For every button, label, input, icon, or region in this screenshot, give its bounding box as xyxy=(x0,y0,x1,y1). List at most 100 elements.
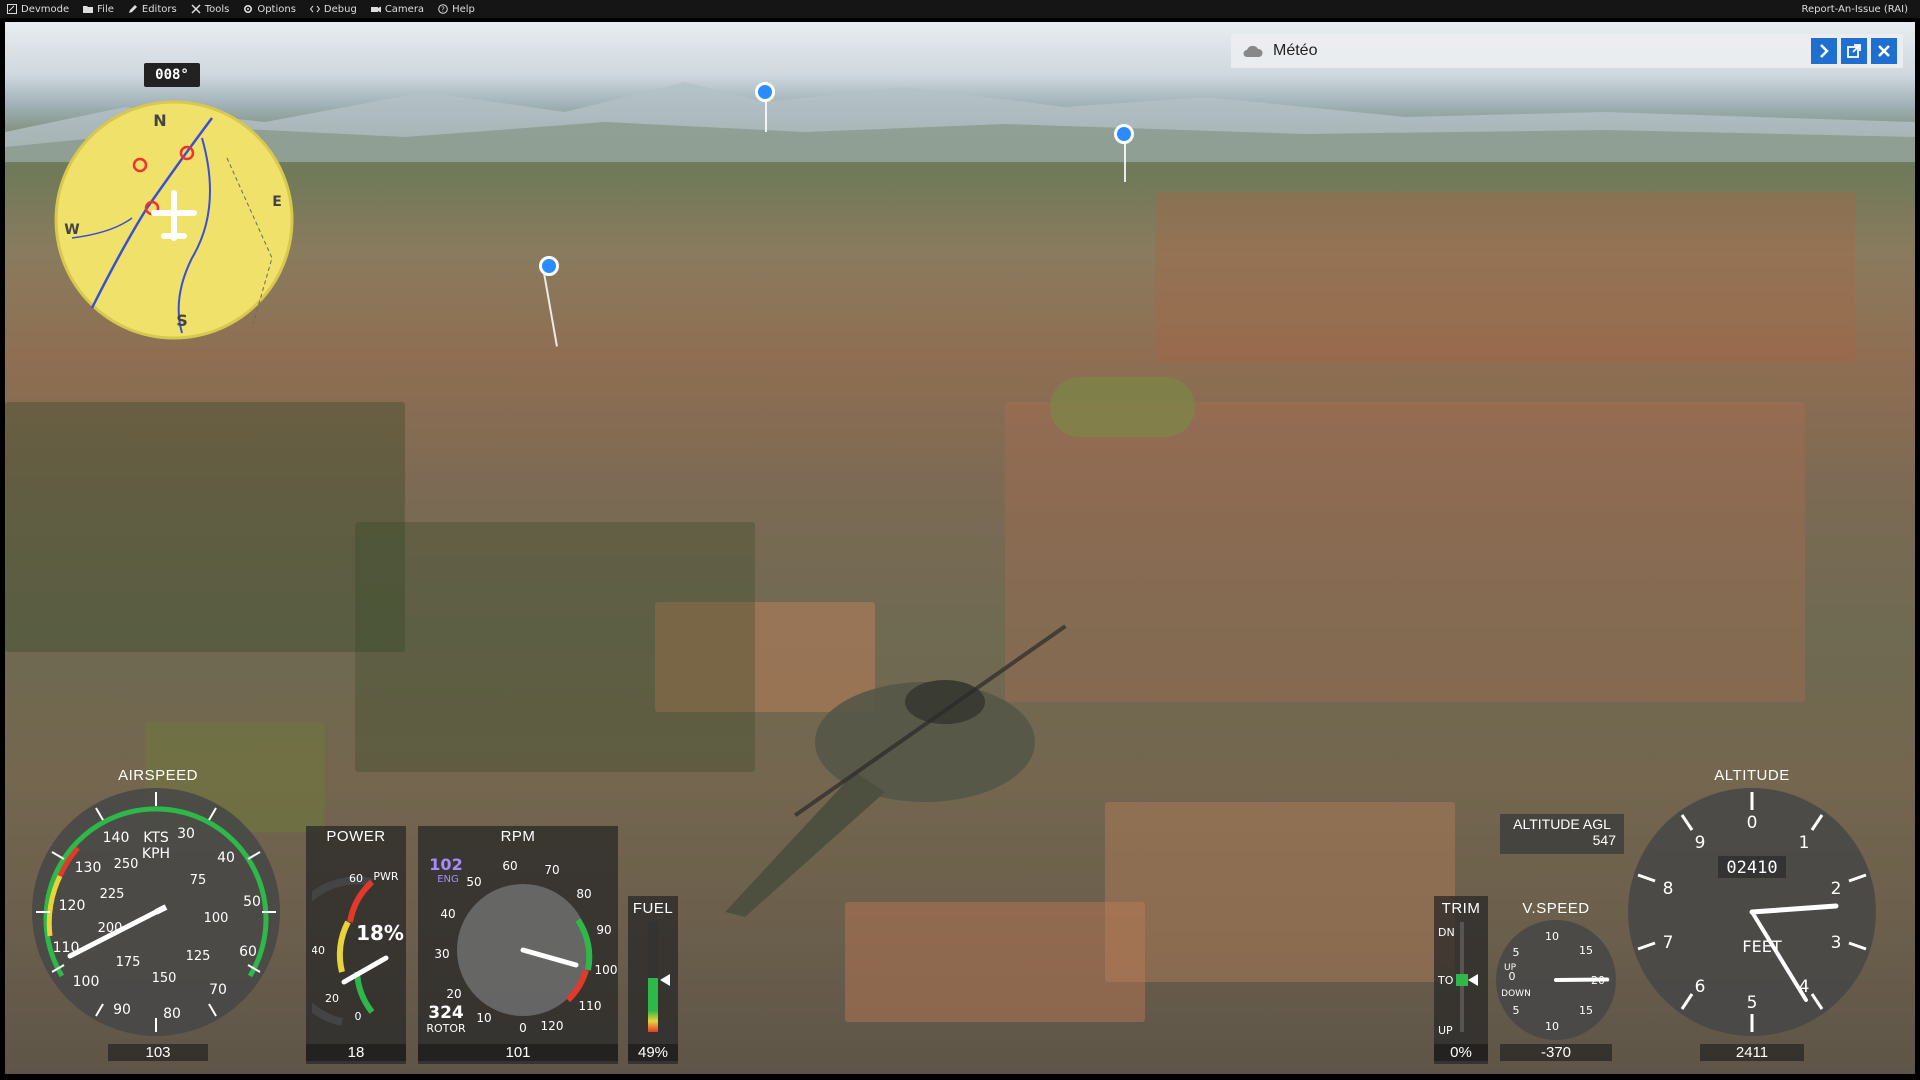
kts-tick: 70 xyxy=(209,982,227,998)
trim-dn: DN xyxy=(1438,926,1455,939)
waypoint-marker[interactable] xyxy=(539,256,559,276)
meteo-title: Météo xyxy=(1273,42,1318,59)
svg-text:?: ? xyxy=(441,6,445,14)
altimeter-tick: 5 xyxy=(1747,993,1758,1013)
menu-debug[interactable]: Debug xyxy=(303,0,364,18)
menu-options[interactable]: Options xyxy=(236,0,303,18)
helicopter xyxy=(725,624,1067,917)
compass-east: E xyxy=(272,194,282,210)
kts-tick: 60 xyxy=(239,944,257,960)
menu-camera[interactable]: Camera xyxy=(364,0,431,18)
menu-label: Debug xyxy=(323,3,357,15)
kph-tick: 100 xyxy=(204,911,229,926)
menu-devmode[interactable]: Devmode xyxy=(0,0,76,18)
rpm-tick: 80 xyxy=(576,887,591,901)
power-tick: 60 xyxy=(349,872,363,885)
menu-file[interactable]: File xyxy=(76,0,121,18)
rpm-tick: 30 xyxy=(434,947,449,961)
altimeter-gauge: 0 1 2 3 4 5 6 7 8 9 02410 FEET xyxy=(1628,788,1876,1036)
vspeed-label: V.SPEED xyxy=(1522,900,1590,917)
rpm-label: RPM xyxy=(500,828,536,845)
rpm-tick: 70 xyxy=(544,863,559,877)
menu-label: File xyxy=(97,3,114,15)
code-icon xyxy=(309,5,320,13)
waypoint-marker[interactable] xyxy=(1114,124,1134,144)
kph-tick: 250 xyxy=(114,857,139,872)
kts-tick: 140 xyxy=(103,830,130,846)
menu-label: Devmode xyxy=(21,3,70,15)
external-window-icon xyxy=(1847,44,1861,58)
kts-tick: 120 xyxy=(59,898,86,914)
power-label: POWER xyxy=(326,828,386,845)
altimeter-tick: 8 xyxy=(1663,879,1674,899)
menu-help[interactable]: ? Help xyxy=(431,0,482,18)
rpm-tick: 20 xyxy=(446,987,461,1001)
power-pwr-label: PWR xyxy=(373,870,399,883)
vspeed-up: UP xyxy=(1504,963,1517,973)
menu-label: Options xyxy=(257,3,296,15)
kph-tick: 175 xyxy=(116,955,141,970)
report-issue-link[interactable]: Report-An-Issue (RAI) xyxy=(1802,4,1920,15)
compass-west: W xyxy=(64,222,79,238)
menu-editors[interactable]: Editors xyxy=(121,0,184,18)
airspeed-value: 103 xyxy=(108,1044,208,1061)
camera-icon xyxy=(370,6,381,13)
rpm-tick: 120 xyxy=(541,1019,564,1033)
menu-label: Tools xyxy=(204,3,230,15)
rpm-tick: 50 xyxy=(466,875,481,889)
altimeter-tick: 9 xyxy=(1695,833,1706,853)
power-tick: 20 xyxy=(325,992,339,1005)
popout-button[interactable] xyxy=(1841,38,1867,64)
vspeed-tick: 15 xyxy=(1579,1004,1593,1017)
waypoint-marker[interactable] xyxy=(755,82,775,102)
compass-south: S xyxy=(176,311,188,330)
rpm-tick: 10 xyxy=(476,1011,491,1025)
rpm-value: 101 xyxy=(418,1044,618,1061)
heading-readout: 008° xyxy=(144,63,200,87)
kts-tick: 100 xyxy=(73,974,100,990)
city-block xyxy=(1005,402,1805,702)
close-button[interactable] xyxy=(1871,38,1897,64)
tools-icon xyxy=(191,4,201,14)
kts-tick: 80 xyxy=(163,1006,181,1022)
city-block xyxy=(1105,802,1455,982)
pencil-icon xyxy=(128,5,137,13)
chevron-right-icon xyxy=(1820,44,1829,58)
altitude-agl-box: ALTITUDE AGL 547 xyxy=(1500,814,1624,854)
rpm-gauge: 0 10 20 30 40 50 60 70 80 90 100 110 120… xyxy=(426,855,618,1035)
rpm-rotor-value: 324 xyxy=(428,1003,464,1023)
vspeed-value: -370 xyxy=(1500,1044,1612,1061)
menu-tools[interactable]: Tools xyxy=(184,0,237,18)
rpm-eng-value: 102 xyxy=(429,855,462,874)
power-tick: 40 xyxy=(312,944,325,957)
menu-label: Editors xyxy=(141,3,177,15)
airspeed-kts-unit: KTS xyxy=(143,830,169,846)
altimeter-tick: 3 xyxy=(1831,933,1842,953)
field xyxy=(1050,377,1195,437)
help-icon: ? xyxy=(438,4,448,14)
vspeed-tick: 10 xyxy=(1545,1020,1559,1033)
expand-button[interactable] xyxy=(1811,38,1837,64)
rpm-rotor-label: ROTOR xyxy=(426,1022,466,1035)
meteo-panel: Météo xyxy=(1231,34,1903,68)
altimeter-tick: 0 xyxy=(1747,813,1758,833)
fuel-value: 49% xyxy=(628,1044,678,1061)
compass-minimap[interactable]: N S E W xyxy=(52,98,296,342)
forest xyxy=(5,402,405,652)
menu-label: Help xyxy=(452,3,475,15)
menu-label: Camera xyxy=(384,3,425,15)
trim-value: 0% xyxy=(1434,1044,1488,1061)
kph-tick: 75 xyxy=(190,873,207,888)
rpm-tick: 60 xyxy=(502,859,517,873)
compass-north: N xyxy=(153,111,166,130)
altitude-value: 2411 xyxy=(1700,1044,1804,1061)
kts-tick: 30 xyxy=(177,826,195,842)
city-block xyxy=(1155,192,1855,362)
rpm-tick: 90 xyxy=(596,923,611,937)
altimeter-tick: 6 xyxy=(1695,977,1706,997)
vspeed-tick: 5 xyxy=(1513,1004,1520,1017)
rpm-tick: 100 xyxy=(595,963,618,977)
kph-tick: 150 xyxy=(152,971,177,986)
kts-tick: 40 xyxy=(217,850,235,866)
devmode-icon xyxy=(7,4,17,14)
